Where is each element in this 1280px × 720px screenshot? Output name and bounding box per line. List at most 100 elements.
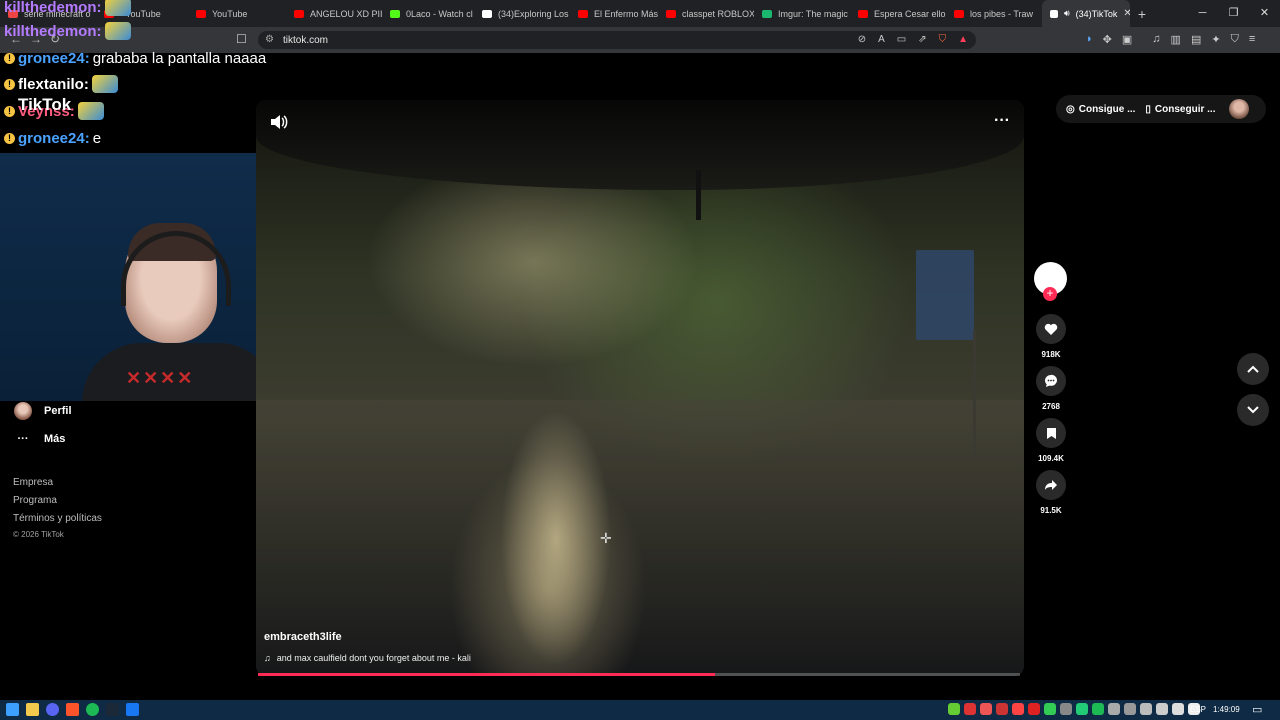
speaker-icon[interactable]: 🔊︎	[1064, 8, 1070, 19]
microphone-icon[interactable]	[1108, 703, 1120, 715]
tray-app-icon[interactable]	[996, 703, 1008, 715]
browser-tab[interactable]: (34)Exploring Los	[474, 0, 570, 27]
footer-link-empresa[interactable]: Empresa	[13, 477, 53, 488]
tray-app-icon[interactable]	[1156, 703, 1168, 715]
tray-app-icon[interactable]	[1044, 703, 1056, 715]
sidebar-item-profile[interactable]: Perfil	[14, 402, 72, 420]
bookmark-icon[interactable]: ☐	[236, 32, 247, 46]
brave-shield-icon[interactable]: ⛉	[939, 34, 947, 45]
like-button[interactable]: 918K	[1036, 314, 1066, 359]
translate-icon[interactable]: A	[878, 34, 885, 45]
brave-icon[interactable]	[66, 703, 79, 716]
footer-link-terms[interactable]: Términos y políticas	[13, 513, 102, 524]
comment-button[interactable]: 2768	[1036, 366, 1066, 411]
discord-icon[interactable]	[46, 703, 59, 716]
sidebar-icon[interactable]: ▥	[1171, 33, 1181, 46]
chat-message: ! gronee24: e	[4, 130, 101, 147]
browser-tab[interactable]: 0Laco - Watch cl	[382, 0, 474, 27]
top-actions: ◎ Consigue ... ▯ Conseguir ...	[1056, 95, 1266, 123]
tab-favicon-icon	[762, 9, 772, 18]
browser-tab[interactable]: classpet ROBLOX	[658, 0, 754, 27]
more-options-icon[interactable]: ···	[994, 112, 1010, 130]
tray-app-icon[interactable]	[964, 703, 976, 715]
close-window-button[interactable]: ✕	[1249, 0, 1280, 27]
minimize-button[interactable]: ─	[1187, 0, 1218, 27]
tray-app-icon[interactable]	[980, 703, 992, 715]
light-reflection	[496, 400, 616, 676]
video-author[interactable]: embraceth3life	[264, 631, 342, 643]
get-app-button[interactable]: ▯ Conseguir ...	[1145, 104, 1215, 115]
clock[interactable]: 1:49:09	[1213, 705, 1240, 714]
tray-app-icon[interactable]	[1076, 703, 1088, 715]
spotify-icon[interactable]	[86, 703, 99, 716]
wallet-panel-icon[interactable]: ▤	[1191, 33, 1201, 46]
share-icon[interactable]: ⇗	[918, 34, 926, 45]
browser-tab[interactable]: YouTube	[188, 0, 286, 27]
get-coins-button[interactable]: ◎ Consigue ...	[1066, 104, 1135, 115]
tab-title: (34)Exploring Los	[498, 8, 569, 19]
tray-app-icon[interactable]	[1060, 703, 1072, 715]
tiktok-logo[interactable]: TikTok	[18, 95, 71, 115]
extensions-area: ◗ ✥ ▣ ♫ ▥ ▤ ✦ ⛉ ≡	[1086, 33, 1255, 46]
start-icon[interactable]	[6, 703, 19, 716]
tray-app-icon[interactable]	[1092, 703, 1104, 715]
volume-icon[interactable]	[270, 114, 288, 130]
network-icon[interactable]	[1172, 703, 1184, 715]
tray-app-icon[interactable]	[1012, 703, 1024, 715]
address-bar[interactable]: ⚙ tiktok.com ⊘ A ▭ ⇗ ⛉ ▲	[258, 31, 976, 49]
browser-tab[interactable]: El Enfermo Más	[570, 0, 658, 27]
browser-tab-active[interactable]: 🔊︎ (34)TikTok ✕	[1042, 0, 1130, 27]
footer-link-programa[interactable]: Programa	[13, 495, 57, 506]
vpn-icon[interactable]: ⛉	[1231, 33, 1239, 46]
tray-app-icon[interactable]	[1124, 703, 1136, 715]
menu-icon[interactable]: ≡	[1249, 33, 1255, 46]
video-music[interactable]: ♫ and max caulfield dont you forget abou…	[264, 653, 471, 663]
sidebar-item-more[interactable]: ··· Más	[14, 433, 66, 445]
shirt-print: ✕✕✕✕	[126, 368, 195, 388]
ai-icon[interactable]: ✦	[1211, 33, 1220, 46]
cast-icon[interactable]: ▭	[897, 34, 906, 45]
chat-badge-icon: !	[4, 105, 15, 117]
music-icon[interactable]: ♫	[1152, 33, 1160, 46]
chat-username: killthedemon:	[4, 22, 102, 40]
close-tab-icon[interactable]: ✕	[1123, 8, 1130, 19]
browser-tab[interactable]: Imgur: The magic	[754, 0, 850, 27]
share-count: 91.5K	[1040, 506, 1062, 515]
browser-tab[interactable]: ANGELOU XD PII	[286, 0, 382, 27]
umbrella-pole	[696, 170, 701, 220]
chat-message: ! flextanilo:	[4, 75, 118, 93]
new-tab-button[interactable]: +	[1130, 6, 1154, 22]
extensions-icon[interactable]: ✥	[1103, 33, 1112, 46]
tray-app-icon[interactable]	[1028, 703, 1040, 715]
rewards-icon[interactable]: ▲	[958, 34, 968, 45]
url-text[interactable]: tiktok.com	[283, 35, 328, 46]
notification-icon[interactable]: ▭	[1252, 703, 1262, 716]
save-button[interactable]: 109.4K	[1036, 418, 1066, 463]
tray-app-icon[interactable]	[1140, 703, 1152, 715]
facebook-icon[interactable]	[126, 703, 139, 716]
chat-badge-icon: !	[4, 133, 15, 144]
chat-emote-icon	[91, 75, 118, 93]
reader-mode-icon[interactable]: ⊘	[858, 34, 866, 45]
site-info-icon[interactable]: ⚙	[265, 34, 274, 45]
file-explorer-icon[interactable]	[26, 703, 39, 716]
follow-icon[interactable]: +	[1043, 287, 1057, 301]
road-sign	[916, 250, 974, 340]
video-progress-bar[interactable]	[258, 673, 1020, 676]
screenshot-icon[interactable]: ▣	[1122, 33, 1132, 46]
user-avatar[interactable]	[1229, 99, 1250, 119]
maximize-button[interactable]: ❐	[1218, 0, 1249, 27]
browser-tab[interactable]: Espera Cesar ello	[850, 0, 946, 27]
tab-favicon-icon	[666, 9, 676, 18]
wallet-icon[interactable]: ◗	[1086, 33, 1093, 46]
next-video-button[interactable]	[1237, 394, 1269, 426]
video-player[interactable]: ··· ✛ embraceth3life ♫ and max caulfield…	[256, 100, 1024, 676]
browser-tab[interactable]: los pibes - Traw	[946, 0, 1042, 27]
chat-emote-icon	[104, 0, 131, 16]
steam-icon[interactable]	[106, 703, 119, 716]
share-button[interactable]: 91.5K	[1036, 470, 1066, 515]
previous-video-button[interactable]	[1237, 353, 1269, 385]
language-indicator[interactable]: ESP	[1190, 705, 1206, 714]
tray-app-icon[interactable]	[948, 703, 960, 715]
share-icon	[1045, 480, 1057, 490]
